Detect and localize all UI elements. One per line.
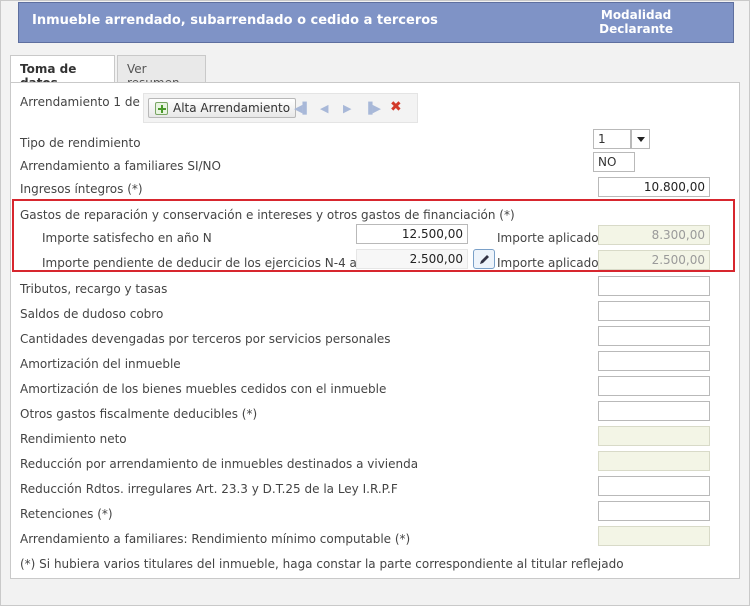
tributos-input[interactable] [598,276,710,296]
rendimiento-minimo-label: Arrendamiento a familiares: Rendimiento … [20,532,411,546]
saldos-input[interactable] [598,301,710,321]
arrendamiento-counter: Arrendamiento 1 de 1 [20,95,152,109]
footnote: (*) Si hubiera varios titulares del inmu… [20,557,624,571]
tributos-label: Tributos, recargo y tasas [20,282,168,296]
next-icon[interactable]: ▶ [343,102,351,115]
modalidad-line1: Modalidad [600,8,672,22]
otros-gastos-label: Otros gastos fiscalmente deducibles (*) [20,407,258,421]
reduccion-vivienda-label: Reducción por arrendamiento de inmuebles… [20,457,419,471]
cantidades-label: Cantidades devengadas por terceros por s… [20,332,391,346]
amortizacion-bienes-label: Amortización de los bienes muebles cedid… [20,382,387,396]
alta-arrendamiento-label: Alta Arrendamiento [173,101,291,115]
rendimiento-neto-field [598,426,710,446]
retenciones-label: Retenciones (*) [20,507,113,521]
tipo-rendimiento-label: Tipo de rendimiento [20,136,141,150]
tab-toma-de-datos[interactable]: Toma de datos [10,55,115,90]
form-panel: Arrendamiento 1 de 1 Alta Arrendamiento … [10,82,740,579]
reduccion-irregulares-input[interactable] [598,476,710,496]
modalidad-line2: Declarante [599,22,673,36]
reduccion-vivienda-field [598,451,710,471]
main-window: Inmueble arrendado, subarrendado o cedid… [0,0,750,606]
first-icon[interactable]: ◀▌ [294,102,311,115]
delete-icon[interactable]: ✖ [390,99,402,115]
rendimiento-minimo-field [598,526,710,546]
arrendamiento-familiares-field[interactable]: NO [593,152,635,172]
add-icon [155,102,168,115]
cantidades-input[interactable] [598,326,710,346]
modalidad-label: Modalidad Declarante [599,8,673,36]
chevron-down-icon[interactable] [631,129,650,149]
gastos-highlight-box [12,199,735,272]
saldos-label: Saldos de dudoso cobro [20,307,164,321]
record-toolbar: Alta Arrendamiento ◀▌ ◀ ▶ ▐▶ ✖ [143,93,418,123]
form-header: Inmueble arrendado, subarrendado o cedid… [18,2,734,43]
rendimiento-neto-label: Rendimiento neto [20,432,127,446]
retenciones-input[interactable] [598,501,710,521]
reduccion-irregulares-label: Reducción Rdtos. irregulares Art. 23.3 y… [20,482,398,496]
tipo-rendimiento-select[interactable]: 1 [593,129,631,149]
amortizacion-bienes-input[interactable] [598,376,710,396]
amortizacion-inmueble-input[interactable] [598,351,710,371]
ingresos-integros-label: Ingresos íntegros (*) [20,182,143,196]
arrendamiento-familiares-label: Arrendamiento a familiares SI/NO [20,159,221,173]
ingresos-integros-input[interactable]: 10.800,00 [598,177,710,197]
form-title: Inmueble arrendado, subarrendado o cedid… [32,13,438,28]
amortizacion-inmueble-label: Amortización del inmueble [20,357,181,371]
tab-ver-resumen[interactable]: Ver resumen [117,55,206,90]
otros-gastos-input[interactable] [598,401,710,421]
last-icon[interactable]: ▐▶ [364,102,381,115]
alta-arrendamiento-button[interactable]: Alta Arrendamiento [148,98,297,118]
prev-icon[interactable]: ◀ [320,102,328,115]
